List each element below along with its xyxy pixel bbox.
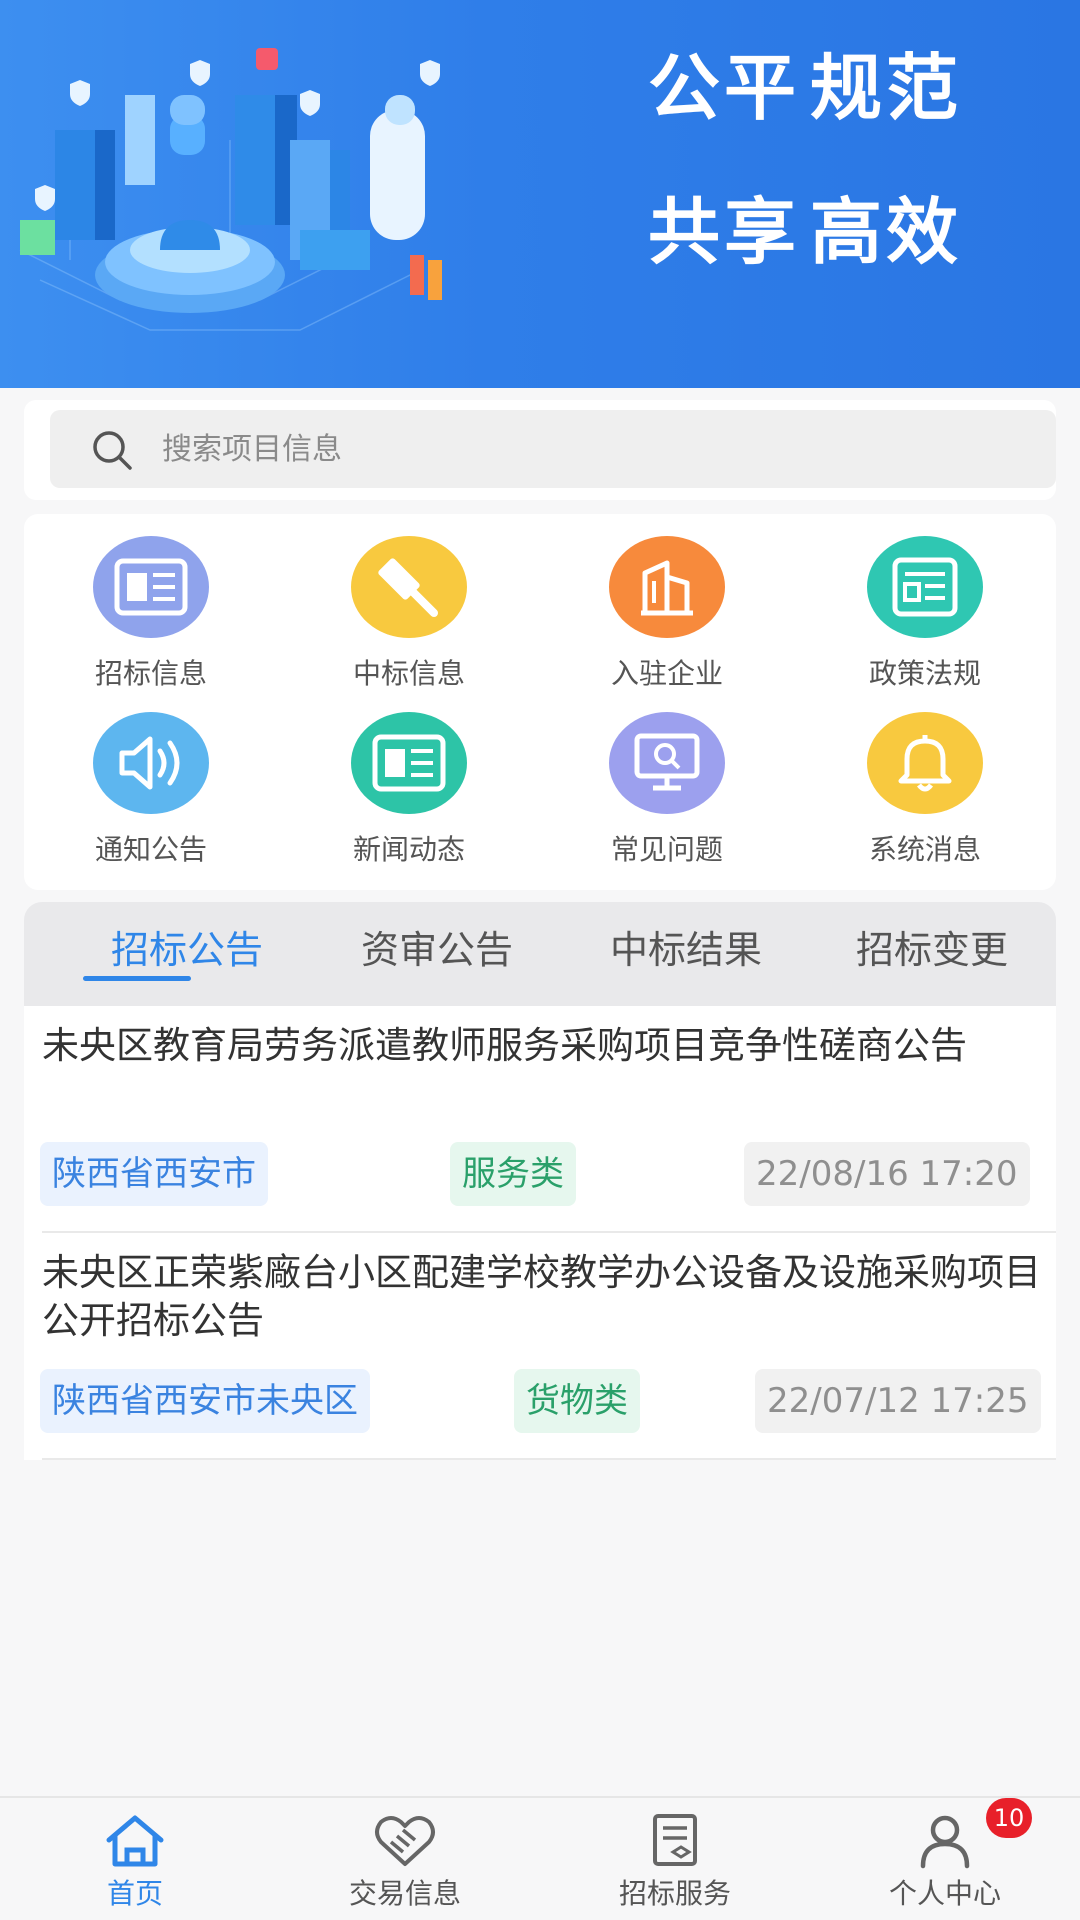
grid-item-news[interactable]: 新闻动态 [309, 690, 509, 866]
item-title: 未央区教育局劳务派遣教师服务采购项目竞争性磋商公告 [42, 1024, 967, 1067]
grid-item-faq[interactable]: 常见问题 [567, 690, 767, 866]
grid-item-policy[interactable]: 政策法规 [825, 514, 1025, 690]
hero-banner[interactable]: 公平 规范 共享 高效 [0, 0, 1080, 388]
list-item[interactable]: 未央区教育局劳务派遣教师服务采购项目竞争性磋商公告 陕西省西安市 服务类 22/… [24, 1006, 1056, 1233]
grid-label: 招标信息 [94, 657, 207, 690]
tab-bid-announcement[interactable]: 招标公告 [87, 922, 287, 982]
nav-trade-info[interactable]: 交易信息 [270, 1798, 540, 1920]
slogan-fair: 公平 [648, 46, 801, 130]
nav-label: 交易信息 [348, 1877, 461, 1910]
nav-home[interactable]: 首页 [0, 1798, 270, 1920]
grid-label: 中标信息 [352, 657, 465, 690]
region-tag: 陕西省西安市未央区 [40, 1369, 370, 1433]
data-center-illustration [19, 48, 442, 331]
grid-label: 通知公告 [94, 833, 207, 866]
search-card [24, 400, 1056, 500]
handshake-icon [375, 1816, 435, 1866]
publish-time: 22/08/16 17:20 [744, 1142, 1030, 1206]
news-icon [351, 712, 467, 814]
search-input[interactable] [162, 410, 1022, 488]
tab-award-results[interactable]: 中标结果 [586, 922, 786, 982]
tab-bid-changes[interactable]: 招标变更 [832, 922, 1032, 982]
grid-item-bid-info[interactable]: 招标信息 [51, 514, 251, 690]
speaker-icon [93, 712, 209, 814]
publish-time: 22/07/12 17:25 [755, 1369, 1041, 1433]
home-icon [106, 1815, 164, 1867]
bottom-nav: 首页 交易信息 招标服务 10 个人中心 [0, 1796, 1080, 1920]
user-icon [920, 1815, 970, 1869]
notification-badge: 10 [986, 1798, 1032, 1838]
building-icon [609, 536, 725, 638]
active-tab-indicator [83, 976, 191, 981]
nav-label: 招标服务 [618, 1877, 731, 1910]
search-icon [93, 431, 132, 470]
grid-label: 系统消息 [868, 833, 981, 866]
service-doc-icon [653, 1814, 697, 1866]
grid-item-enterprises[interactable]: 入驻企业 [567, 514, 767, 690]
function-grid: 招标信息 中标信息 入驻企业 政策法规 通知公告 新闻动态 常见问题 系统消息 [24, 514, 1056, 890]
gavel-icon [351, 536, 467, 638]
slogan-share: 共享 [648, 190, 801, 274]
bell-icon [867, 712, 983, 814]
grid-item-notices[interactable]: 通知公告 [51, 690, 251, 866]
grid-label: 入驻企业 [610, 657, 723, 690]
announcement-tabs: 招标公告 资审公告 中标结果 招标变更 [24, 902, 1056, 1006]
item-title: 未央区正荣紫廠台小区配建学校教学办公设备及设施采购项目公开招标公告 [42, 1251, 1041, 1342]
monitor-search-icon [609, 712, 725, 814]
divider [42, 1458, 1056, 1460]
newspaper-icon [93, 536, 209, 638]
grid-label: 政策法规 [868, 657, 981, 690]
nav-bid-service[interactable]: 招标服务 [540, 1798, 810, 1920]
document-icon [867, 536, 983, 638]
category-tag: 货物类 [514, 1369, 640, 1433]
nav-user-center[interactable]: 10 个人中心 [810, 1798, 1080, 1920]
category-tag: 服务类 [450, 1142, 576, 1206]
nav-label: 个人中心 [888, 1877, 1001, 1910]
grid-label: 常见问题 [610, 833, 723, 866]
tab-prequalification[interactable]: 资审公告 [337, 922, 537, 982]
grid-item-system-messages[interactable]: 系统消息 [825, 690, 1025, 866]
slogan-efficient: 高效 [810, 190, 963, 274]
slogan-standard: 规范 [810, 46, 963, 130]
search-box[interactable] [50, 410, 1056, 488]
app: 公平 规范 共享 高效 招标信息 中标信息 [0, 0, 1080, 1920]
list-item[interactable]: 未央区正荣紫廠台小区配建学校教学办公设备及设施采购项目公开招标公告 陕西省西安市… [24, 1233, 1056, 1460]
region-tag: 陕西省西安市 [40, 1142, 268, 1206]
announcement-list: 未央区教育局劳务派遣教师服务采购项目竞争性磋商公告 陕西省西安市 服务类 22/… [24, 1006, 1056, 1460]
grid-label: 新闻动态 [352, 833, 465, 866]
nav-label: 首页 [106, 1877, 163, 1910]
grid-item-award-info[interactable]: 中标信息 [309, 514, 509, 690]
